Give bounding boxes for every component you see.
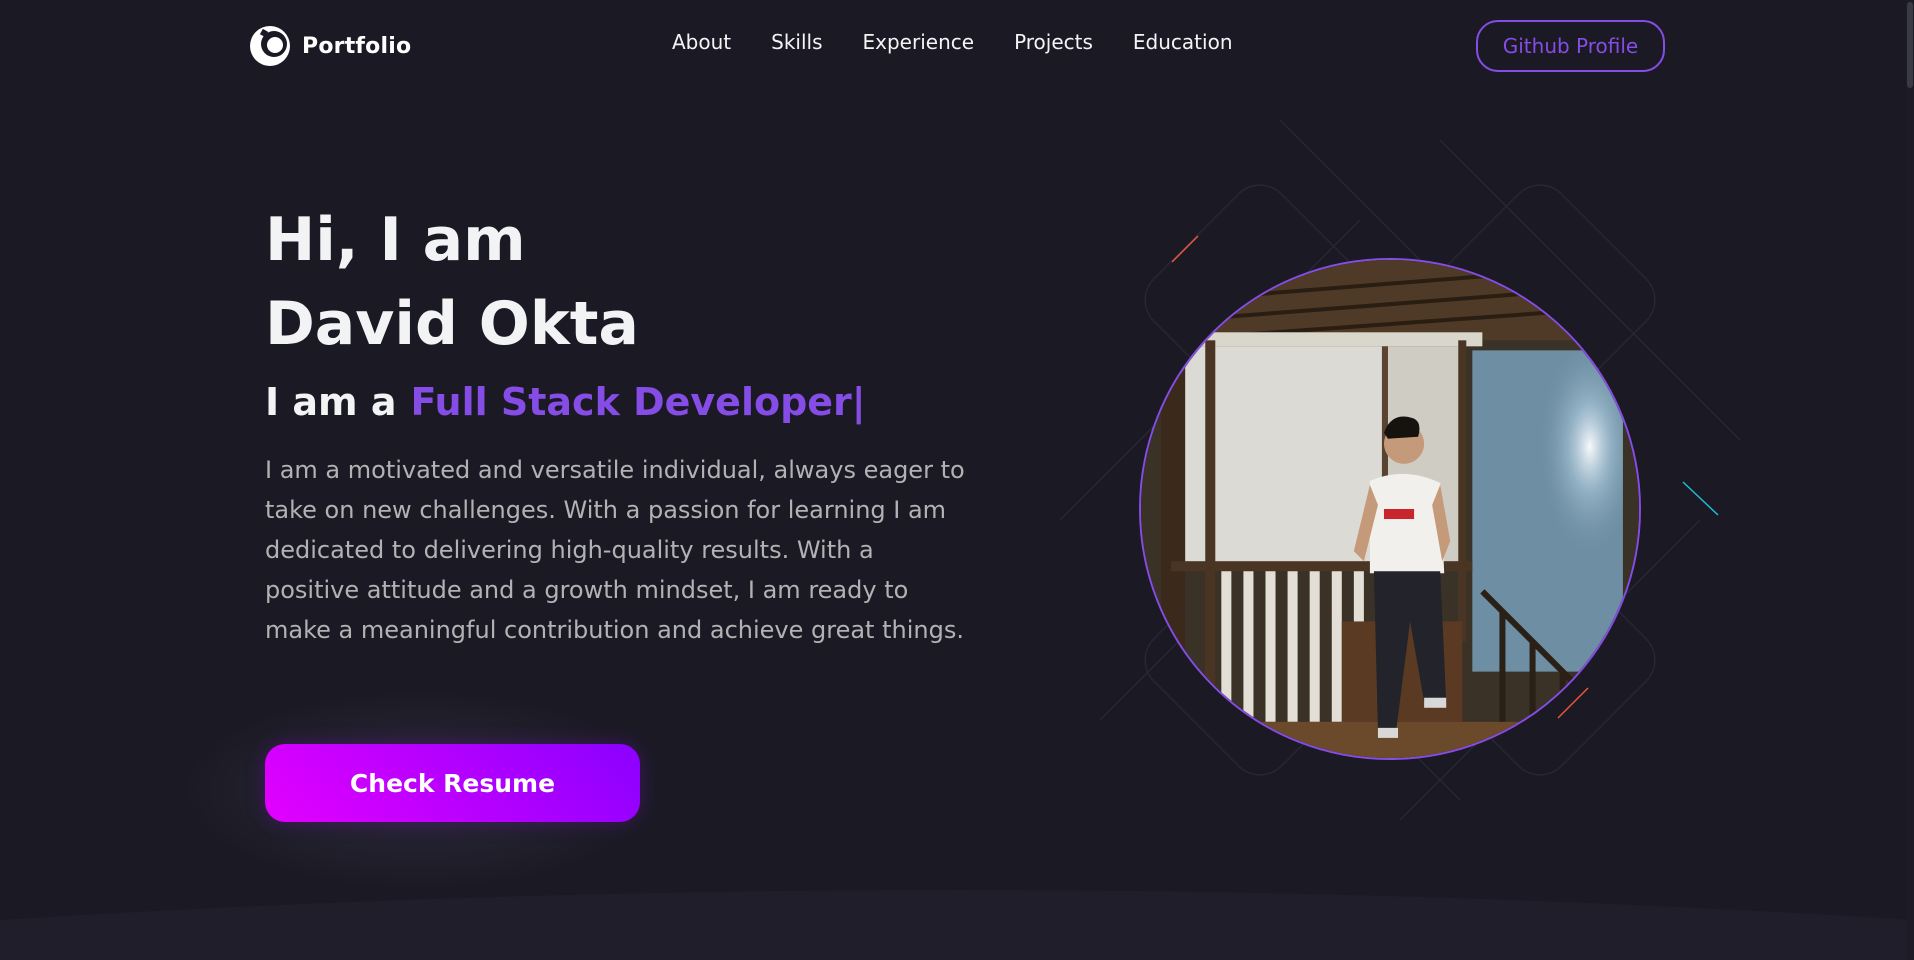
- nav-link-projects[interactable]: Projects: [1014, 30, 1093, 54]
- main-nav: About Skills Experience Projects Educati…: [672, 30, 1233, 54]
- hero-greeting: Hi, I am: [265, 205, 526, 275]
- logo-icon: [250, 26, 290, 66]
- scrollbar-thumb[interactable]: [1907, 2, 1913, 88]
- github-profile-button[interactable]: Github Profile: [1476, 20, 1665, 72]
- check-resume-button[interactable]: Check Resume: [265, 744, 640, 822]
- page-scrollbar[interactable]: [1906, 0, 1914, 960]
- roles-typed-text: Full Stack Developer: [410, 380, 852, 424]
- hero-name: David Okta: [265, 289, 639, 359]
- profile-photo: [1139, 258, 1641, 760]
- nav-link-about[interactable]: About: [672, 30, 731, 54]
- bottom-wave-divider: [0, 890, 1914, 960]
- logo-text: Portfolio: [302, 33, 412, 59]
- nav-link-experience[interactable]: Experience: [863, 30, 975, 54]
- roles-typewriter: Full Stack Developer|: [410, 380, 865, 424]
- roles-prefix: I am a: [265, 380, 397, 424]
- hero-roles: I am a Full Stack Developer|: [265, 380, 866, 424]
- typing-cursor: |: [851, 380, 866, 424]
- profile-photo-illustration: [1141, 260, 1639, 758]
- logo-link[interactable]: Portfolio: [248, 24, 411, 68]
- nav-link-education[interactable]: Education: [1133, 30, 1233, 54]
- nav-link-skills[interactable]: Skills: [771, 30, 822, 54]
- hero-description: I am a motivated and versatile individua…: [265, 456, 965, 644]
- hero-title: Hi, I am David Okta: [265, 198, 965, 366]
- top-navbar: Portfolio About Skills Experience Projec…: [0, 0, 1914, 92]
